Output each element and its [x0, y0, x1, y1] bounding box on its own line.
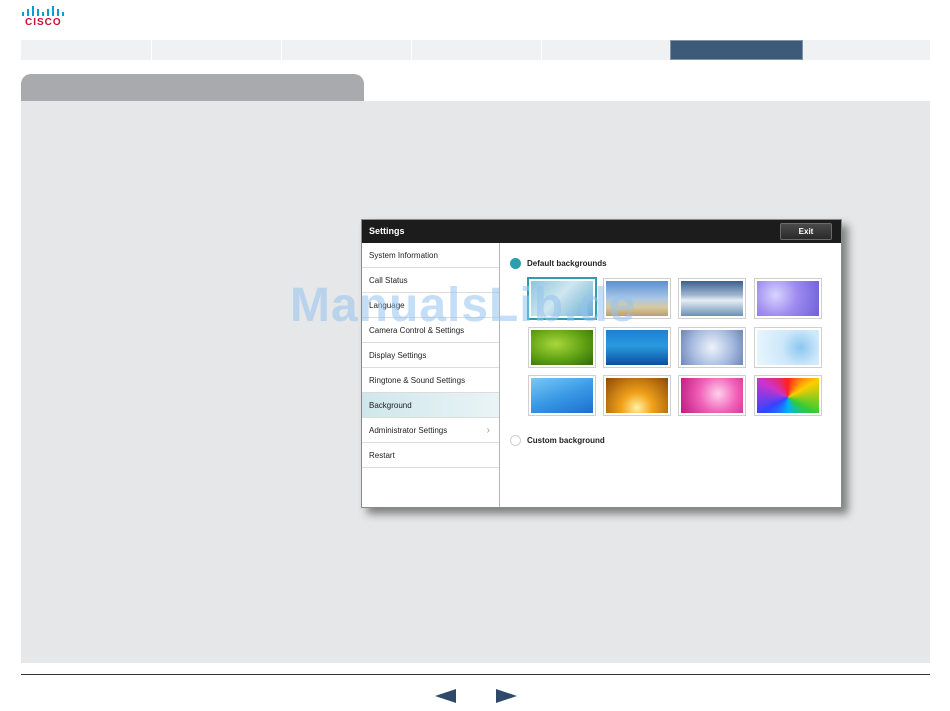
menu-item-ringtone-sound[interactable]: Ringtone & Sound Settings [362, 368, 499, 393]
background-thumbnail[interactable] [679, 279, 745, 318]
custom-background-label: Custom background [527, 436, 605, 445]
cisco-logo-bars [22, 4, 68, 16]
nav-tab[interactable] [21, 40, 152, 60]
settings-window: Settings Exit System Information Call St… [361, 219, 842, 508]
nav-tab-active[interactable] [670, 40, 803, 60]
menu-item-label: Administrator Settings [369, 426, 448, 435]
settings-title-bar: Settings Exit [362, 220, 841, 243]
footer-divider [21, 674, 930, 675]
background-thumbnail[interactable] [755, 279, 821, 318]
chevron-right-icon: › [486, 425, 490, 436]
background-thumbnail[interactable] [529, 376, 595, 415]
menu-item-system-information[interactable]: System Information [362, 243, 499, 268]
background-thumbnail[interactable] [679, 376, 745, 415]
nav-tab[interactable] [802, 40, 930, 60]
next-page-arrow-icon[interactable] [496, 689, 517, 703]
top-navigation [21, 40, 930, 60]
nav-tab[interactable] [151, 40, 282, 60]
exit-button[interactable]: Exit [780, 223, 832, 240]
background-thumbnail[interactable] [755, 328, 821, 367]
cisco-logo: CISCO [22, 4, 70, 28]
menu-item-restart[interactable]: Restart [362, 443, 499, 468]
menu-item-display-settings[interactable]: Display Settings [362, 343, 499, 368]
background-thumbnail[interactable] [529, 328, 595, 367]
background-thumbnail[interactable] [679, 328, 745, 367]
menu-item-background[interactable]: Background [362, 393, 499, 418]
nav-tab[interactable] [281, 40, 412, 60]
settings-title: Settings [369, 226, 405, 236]
watermark: ManualsLib.de [290, 279, 637, 332]
cisco-logo-text: CISCO [25, 17, 62, 28]
default-backgrounds-radio[interactable] [510, 258, 521, 269]
section-tab [21, 74, 364, 102]
custom-background-radio[interactable] [510, 435, 521, 446]
nav-tab[interactable] [541, 40, 671, 60]
background-thumbnail[interactable] [604, 376, 670, 415]
previous-page-arrow-icon[interactable] [435, 689, 456, 703]
background-thumbnail[interactable] [755, 376, 821, 415]
nav-tab[interactable] [411, 40, 542, 60]
menu-item-administrator-settings[interactable]: Administrator Settings › [362, 418, 499, 443]
background-thumbnail[interactable] [604, 328, 670, 367]
default-backgrounds-label: Default backgrounds [527, 259, 607, 268]
